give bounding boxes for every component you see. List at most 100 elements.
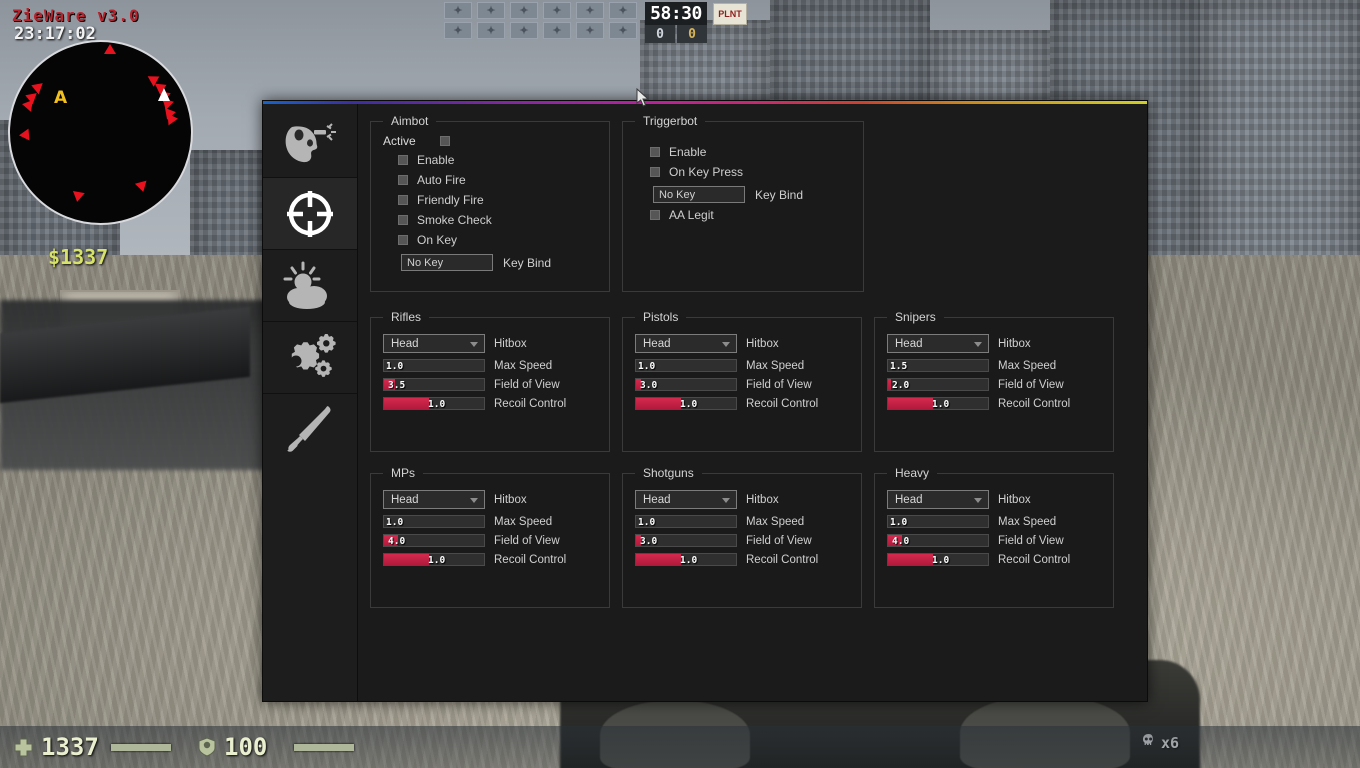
field-of-view-row: 2.0 Field of View [887, 378, 1101, 391]
triggerbot-aa-legit-label: AA Legit [669, 208, 714, 222]
hitbox-label: Hitbox [746, 337, 779, 350]
triggerbot-on-key-press-label: On Key Press [669, 165, 744, 179]
head-target-icon [282, 119, 338, 165]
recoil-control-row: 1.0 Recoil Control [383, 553, 597, 566]
score-ct: 0 [645, 25, 675, 43]
team-slots-column: ✦ ✦ [609, 2, 637, 39]
recoil-control-value: 1.0 [428, 399, 446, 410]
hitbox-dropdown[interactable]: Head [383, 490, 485, 509]
max-speed-label: Max Speed [998, 359, 1057, 372]
aimbot-auto-fire-checkbox[interactable] [398, 175, 408, 185]
max-speed-slider[interactable]: 1.5 [887, 359, 989, 372]
recoil-control-slider[interactable]: 1.0 [635, 553, 737, 566]
aimbot-keybind-input[interactable]: No Key [401, 254, 493, 271]
hitbox-dropdown[interactable]: Head [383, 334, 485, 353]
hitbox-label: Hitbox [494, 493, 527, 506]
aimbot-smoke-check-row[interactable]: Smoke Check [383, 210, 597, 230]
max-speed-slider[interactable]: 1.0 [635, 515, 737, 528]
team-slots-column: ✦ ✦ [510, 2, 538, 39]
hitbox-label: Hitbox [746, 493, 779, 506]
triggerbot-aa-legit-checkbox[interactable] [650, 210, 660, 220]
max-speed-slider[interactable]: 1.0 [635, 359, 737, 372]
health-stat: 1337 [14, 733, 171, 761]
player-slot: ✦ [609, 22, 637, 39]
hitbox-dropdown[interactable]: Head [635, 334, 737, 353]
triggerbot-keybind-input[interactable]: No Key [653, 186, 745, 203]
max-speed-slider[interactable]: 1.0 [383, 515, 485, 528]
recoil-control-slider[interactable]: 1.0 [887, 397, 989, 410]
field-of-view-slider[interactable]: 2.0 [887, 378, 989, 391]
aimbot-friendly-fire-checkbox[interactable] [398, 195, 408, 205]
max-speed-slider[interactable]: 1.0 [887, 515, 989, 528]
recoil-control-value: 1.0 [680, 399, 698, 410]
hitbox-dropdown[interactable]: Head [635, 490, 737, 509]
hitbox-row: Head Hitbox [383, 490, 597, 509]
hitbox-value: Head [391, 337, 419, 350]
bomb-planted-icon: PLNT [713, 3, 747, 25]
armor-bar [294, 743, 354, 751]
sidebar-item-settings[interactable] [263, 322, 357, 394]
field-of-view-slider[interactable]: 3.5 [383, 378, 485, 391]
chevron-down-icon [974, 498, 982, 503]
slider-fill [636, 554, 681, 565]
hitbox-dropdown[interactable]: Head [887, 490, 989, 509]
sidebar-item-visuals-crosshair[interactable] [263, 178, 357, 250]
aimbot-enable-label: Enable [417, 153, 455, 167]
triggerbot-keybind-label: Key Bind [755, 187, 804, 202]
radar-bombsite-marker: A [54, 88, 68, 108]
max-speed-row: 1.0 Max Speed [383, 515, 597, 528]
aimbot-keybind-row: No Key Key Bind [401, 254, 597, 271]
max-speed-value: 1.0 [890, 517, 908, 528]
recoil-control-slider[interactable]: 1.0 [887, 553, 989, 566]
hitbox-label: Hitbox [998, 493, 1031, 506]
triggerbot-aa-legit-row[interactable]: AA Legit [635, 205, 851, 225]
field-of-view-slider[interactable]: 4.0 [383, 534, 485, 547]
aimbot-on-key-row[interactable]: On Key [383, 230, 597, 250]
field-of-view-slider[interactable]: 3.0 [635, 378, 737, 391]
aimbot-enable-checkbox[interactable] [398, 155, 408, 165]
aimbot-active-checkbox[interactable] [439, 136, 450, 146]
radar: A [8, 40, 193, 225]
aimbot-smoke-check-checkbox[interactable] [398, 215, 408, 225]
sidebar-item-aimbot[interactable] [263, 106, 357, 178]
triggerbot-enable-row[interactable]: Enable [635, 142, 851, 162]
slider-fill [888, 398, 933, 409]
field-of-view-value: 3.0 [640, 536, 658, 547]
aimbot-on-key-checkbox[interactable] [398, 235, 408, 245]
team-slots-column: ✦ ✦ [444, 2, 472, 39]
max-speed-label: Max Speed [998, 515, 1057, 528]
hitbox-value: Head [643, 337, 671, 350]
aimbot-keybind-label: Key Bind [503, 255, 552, 270]
max-speed-slider[interactable]: 1.0 [383, 359, 485, 372]
hitbox-dropdown[interactable]: Head [887, 334, 989, 353]
recoil-control-slider[interactable]: 1.0 [383, 397, 485, 410]
weapon-group-shotguns: Shotguns Head Hitbox 1.0 Max Speed 3.0 F… [622, 466, 862, 608]
player-slot: ✦ [444, 22, 472, 39]
recoil-control-row: 1.0 Recoil Control [635, 553, 849, 566]
triggerbot-enable-checkbox[interactable] [650, 147, 660, 157]
hud-bottom-bar: 1337 100 [0, 726, 1360, 768]
recoil-control-slider[interactable]: 1.0 [635, 397, 737, 410]
hitbox-row: Head Hitbox [635, 490, 849, 509]
armor-value: 100 [224, 733, 268, 761]
score-t: 0 [677, 25, 707, 43]
triggerbot-on-key-press-row[interactable]: On Key Press [635, 162, 851, 182]
empty-panel-area [876, 114, 1135, 292]
field-of-view-slider[interactable]: 3.0 [635, 534, 737, 547]
recoil-control-row: 1.0 Recoil Control [383, 397, 597, 410]
max-speed-label: Max Speed [494, 359, 553, 372]
sidebar-item-skins[interactable] [263, 394, 357, 466]
aimbot-auto-fire-row[interactable]: Auto Fire [383, 170, 597, 190]
player-slot: ✦ [543, 2, 571, 19]
aimbot-smoke-check-label: Smoke Check [417, 213, 492, 227]
cheat-menu-window: Aimbot Active Enable Auto Fire Friendly … [262, 100, 1148, 702]
aimbot-enable-row[interactable]: Enable [383, 150, 597, 170]
recoil-control-slider[interactable]: 1.0 [383, 553, 485, 566]
chevron-down-icon [470, 342, 478, 347]
player-slot: ✦ [609, 2, 637, 19]
sidebar-item-world-weather[interactable] [263, 250, 357, 322]
field-of-view-slider[interactable]: 4.0 [887, 534, 989, 547]
max-speed-label: Max Speed [494, 515, 553, 528]
aimbot-friendly-fire-row[interactable]: Friendly Fire [383, 190, 597, 210]
triggerbot-on-key-press-checkbox[interactable] [650, 167, 660, 177]
